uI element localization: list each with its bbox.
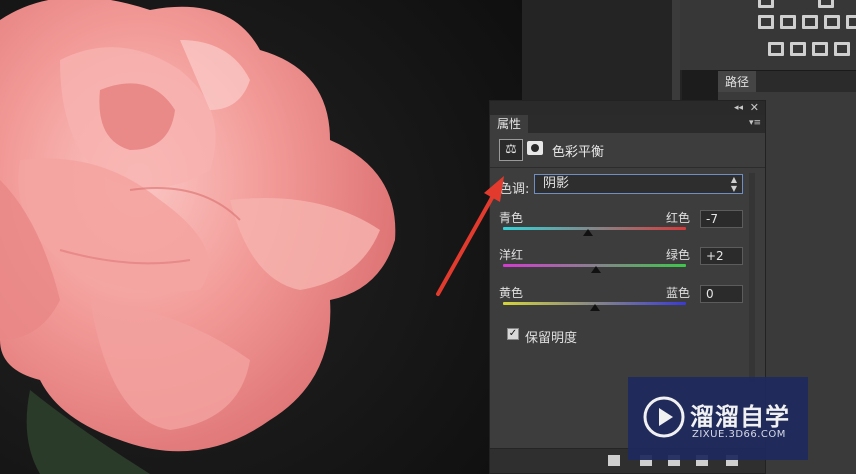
slider-thumb[interactable] (589, 304, 600, 311)
slider-value-field[interactable]: -7 (700, 210, 743, 228)
watermark-brand: 溜溜自学 (690, 403, 790, 431)
mask-icon[interactable] (527, 141, 543, 155)
slider-magenta-green: 洋红 绿色 +2 (490, 246, 767, 282)
slider-track[interactable] (503, 227, 686, 230)
panel-menu-icon[interactable]: ▾≡ (749, 118, 761, 128)
properties-header: ⚖ 色彩平衡 (490, 133, 765, 168)
clip-to-layer-icon[interactable] (608, 455, 620, 466)
slider-cyan-red: 青色 红色 -7 (490, 209, 767, 245)
photo-filter-icon[interactable] (824, 15, 840, 29)
close-icon[interactable]: ✕ (750, 101, 759, 115)
play-logo-icon (643, 396, 685, 438)
panel-titlebar[interactable]: ◂◂ ✕ (490, 101, 765, 115)
slider-value-field[interactable]: 0 (700, 285, 743, 303)
slider-yellow-blue: 黄色 蓝色 0 (490, 284, 767, 320)
color-balance-icon[interactable] (780, 15, 796, 29)
paths-tab-bar: 路径 (718, 70, 856, 93)
slider-thumb[interactable] (591, 266, 602, 273)
preserve-luminosity-label: 保留明度 (525, 331, 578, 346)
invert-icon[interactable] (768, 42, 784, 56)
balance-scale-icon[interactable]: ⚖ (499, 139, 523, 161)
levels-icon[interactable] (818, 0, 834, 8)
tone-value: 阴影 (543, 176, 570, 191)
tone-dropdown[interactable]: 阴影 ▲ ▼ (534, 174, 743, 194)
preserve-luminosity-checkbox[interactable]: ✓ (507, 328, 519, 340)
watermark-url: ZIXUE.3D66.COM (692, 429, 786, 440)
threshold-icon[interactable] (812, 42, 828, 56)
gradient-map-icon[interactable] (834, 42, 850, 56)
collapse-icon[interactable]: ◂◂ (734, 101, 743, 115)
slider-right-label: 绿色 (666, 248, 691, 262)
adjustments-panel (680, 0, 856, 70)
watermark: 溜溜自学 ZIXUE.3D66.COM (628, 377, 808, 460)
slider-value-field[interactable]: +2 (700, 247, 743, 265)
hue-saturation-icon[interactable] (758, 15, 774, 29)
chevron-updown-icon: ▲ ▼ (730, 175, 737, 193)
black-white-icon[interactable] (802, 15, 818, 29)
slider-right-label: 蓝色 (666, 286, 691, 300)
panel-tabbar: 属性 ▾≡ (490, 115, 765, 133)
tab-paths[interactable]: 路径 (718, 71, 756, 93)
adjustment-title: 色彩平衡 (552, 145, 605, 160)
rose-photo (0, 0, 522, 474)
slider-left-label: 青色 (499, 211, 524, 225)
slider-right-label: 红色 (666, 211, 691, 225)
slider-thumb[interactable] (583, 229, 594, 236)
channel-mixer-icon[interactable] (846, 15, 856, 29)
slider-left-label: 洋红 (499, 248, 524, 262)
slider-left-label: 黄色 (499, 286, 524, 300)
brightness-icon[interactable] (758, 0, 774, 8)
document-canvas[interactable] (0, 0, 522, 474)
tab-properties[interactable]: 属性 (490, 115, 528, 133)
tone-label: 色调: (499, 182, 530, 197)
posterize-icon[interactable] (790, 42, 806, 56)
